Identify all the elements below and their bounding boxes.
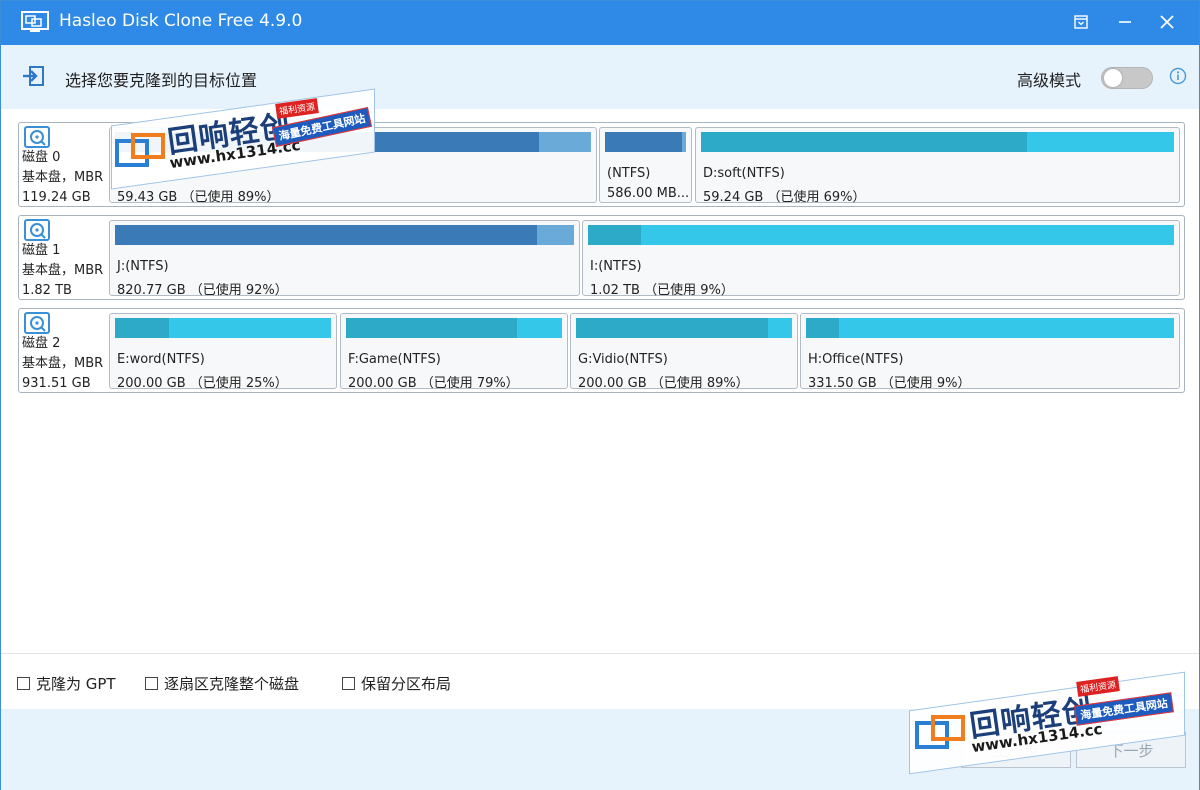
disk-icon	[24, 219, 50, 241]
advanced-mode-label: 高级模式	[1017, 71, 1082, 90]
window-title: Hasleo Disk Clone Free 4.9.0	[59, 11, 303, 31]
partition[interactable]: F:Game(NTFS) 200.00 GB （已使用 79%）	[340, 313, 568, 391]
keep-layout-label: 保留分区布局	[361, 675, 452, 693]
partition-label: F:Game(NTFS)	[348, 352, 441, 367]
footer: 上一步 下一步	[1, 709, 1199, 790]
disk-name: 磁盘 2	[22, 336, 61, 351]
partition-label: D:soft(NTFS)	[703, 166, 785, 181]
disk-type: 基本盘，MBR	[22, 263, 104, 278]
partition-size: 200.00 GB （已使用 79%）	[348, 376, 519, 391]
prev-button[interactable]: 上一步	[961, 732, 1071, 768]
title-bar: Hasleo Disk Clone Free 4.9.0	[1, 1, 1199, 45]
partition-size: 820.77 GB （已使用 92%）	[117, 283, 288, 298]
partition[interactable]: G:Vidio(NTFS) 200.00 GB （已使用 89%）	[570, 313, 798, 391]
partition[interactable]: 59.43 GB （已使用 89%）	[109, 127, 597, 205]
app-icon	[21, 11, 49, 33]
usage-fill	[115, 132, 539, 152]
keep-layout-option[interactable]: 保留分区布局	[342, 673, 451, 694]
partition[interactable]: J:(NTFS) 820.77 GB （已使用 92%）	[109, 220, 580, 298]
usage-fill	[588, 225, 641, 245]
disk-info: 磁盘 2 基本盘，MBR 931.51 GB	[19, 309, 109, 392]
step-title: 选择您要克隆到的目标位置	[65, 71, 258, 90]
partition[interactable]: (NTFS) 586.00 MB...	[599, 127, 692, 203]
disk-row-0[interactable]: 磁盘 0 基本盘，MBR 119.24 GB 59.43 GB （已使用 89%…	[18, 122, 1185, 207]
partition-size: 59.43 GB （已使用 89%）	[117, 190, 280, 205]
gpt-checkbox[interactable]	[17, 677, 30, 690]
disk-type: 基本盘，MBR	[22, 356, 104, 371]
disk-row-2[interactable]: 磁盘 2 基本盘，MBR 931.51 GB E:word(NTFS) 200.…	[18, 308, 1185, 393]
usage-fill	[701, 132, 1028, 152]
usage-bar	[701, 132, 1174, 152]
partition-size: 200.00 GB （已使用 25%）	[117, 376, 288, 391]
disk-size: 931.51 GB	[22, 376, 91, 391]
partition-size: 1.02 TB （已使用 9%）	[590, 283, 734, 298]
partition-label: J:(NTFS)	[117, 259, 169, 274]
close-button[interactable]	[1145, 1, 1189, 45]
minimize-button[interactable]	[1103, 1, 1147, 45]
disk-icon	[24, 312, 50, 334]
partition-size: 59.24 GB （已使用 69%）	[703, 190, 866, 205]
disk-size: 1.82 TB	[22, 283, 72, 298]
app-window: Hasleo Disk Clone Free 4.9.0 选择您要克隆到的目标位…	[0, 0, 1200, 790]
partition-size: 586.00 MB...	[607, 186, 690, 201]
usage-fill	[576, 318, 769, 338]
gpt-label: 克隆为 GPT	[36, 675, 116, 693]
partition-label: I:(NTFS)	[590, 259, 642, 274]
usage-bar	[588, 225, 1174, 245]
target-step-icon	[21, 65, 45, 87]
disk-type: 基本盘，MBR	[22, 170, 104, 185]
usage-bar	[115, 132, 591, 152]
disk-name: 磁盘 1	[22, 243, 61, 258]
restore-icon	[1074, 14, 1088, 33]
disk-name: 磁盘 0	[22, 150, 61, 165]
keep-layout-checkbox[interactable]	[342, 677, 355, 690]
partition-size: 200.00 GB （已使用 89%）	[578, 376, 749, 391]
sector-checkbox[interactable]	[145, 677, 158, 690]
usage-fill	[115, 225, 538, 245]
usage-bar	[115, 225, 574, 245]
partition[interactable]: E:word(NTFS) 200.00 GB （已使用 25%）	[109, 313, 337, 391]
toggle-knob	[1104, 69, 1122, 87]
step-header: 选择您要克隆到的目标位置 高级模式	[1, 45, 1199, 109]
close-icon	[1160, 14, 1174, 33]
usage-fill	[346, 318, 517, 338]
minimize-icon	[1118, 14, 1132, 33]
disk-info: 磁盘 0 基本盘，MBR 119.24 GB	[19, 123, 109, 206]
usage-bar	[115, 318, 331, 338]
divider	[1, 653, 1199, 654]
restore-button[interactable]	[1059, 1, 1103, 45]
disk-info: 磁盘 1 基本盘，MBR 1.82 TB	[19, 216, 109, 299]
usage-bar	[346, 318, 562, 338]
partition-size: 331.50 GB （已使用 9%）	[808, 376, 971, 391]
usage-fill	[605, 132, 682, 152]
partition-label: E:word(NTFS)	[117, 352, 205, 367]
sector-label: 逐扇区克隆整个磁盘	[164, 675, 300, 693]
usage-bar	[605, 132, 686, 152]
advanced-mode-toggle[interactable]	[1101, 67, 1153, 89]
partition[interactable]: D:soft(NTFS) 59.24 GB （已使用 69%）	[695, 127, 1180, 205]
partition-label: H:Office(NTFS)	[808, 352, 904, 367]
usage-fill	[806, 318, 840, 338]
next-button[interactable]: 下一步	[1076, 732, 1186, 768]
disk-size: 119.24 GB	[22, 190, 91, 205]
partition-label: (NTFS)	[607, 166, 651, 181]
disk-row-1[interactable]: 磁盘 1 基本盘，MBR 1.82 TB J:(NTFS) 820.77 GB …	[18, 215, 1185, 300]
info-icon[interactable]	[1169, 67, 1187, 85]
watermark-tag: 福利资源	[1076, 676, 1120, 697]
usage-bar	[576, 318, 792, 338]
usage-fill	[115, 318, 169, 338]
partition[interactable]: I:(NTFS) 1.02 TB （已使用 9%）	[582, 220, 1180, 298]
partition[interactable]: H:Office(NTFS) 331.50 GB （已使用 9%）	[800, 313, 1180, 391]
usage-bar	[806, 318, 1174, 338]
disk-icon	[24, 126, 50, 148]
partition-label: G:Vidio(NTFS)	[578, 352, 668, 367]
sector-option[interactable]: 逐扇区克隆整个磁盘	[145, 673, 299, 694]
gpt-option[interactable]: 克隆为 GPT	[17, 673, 116, 694]
